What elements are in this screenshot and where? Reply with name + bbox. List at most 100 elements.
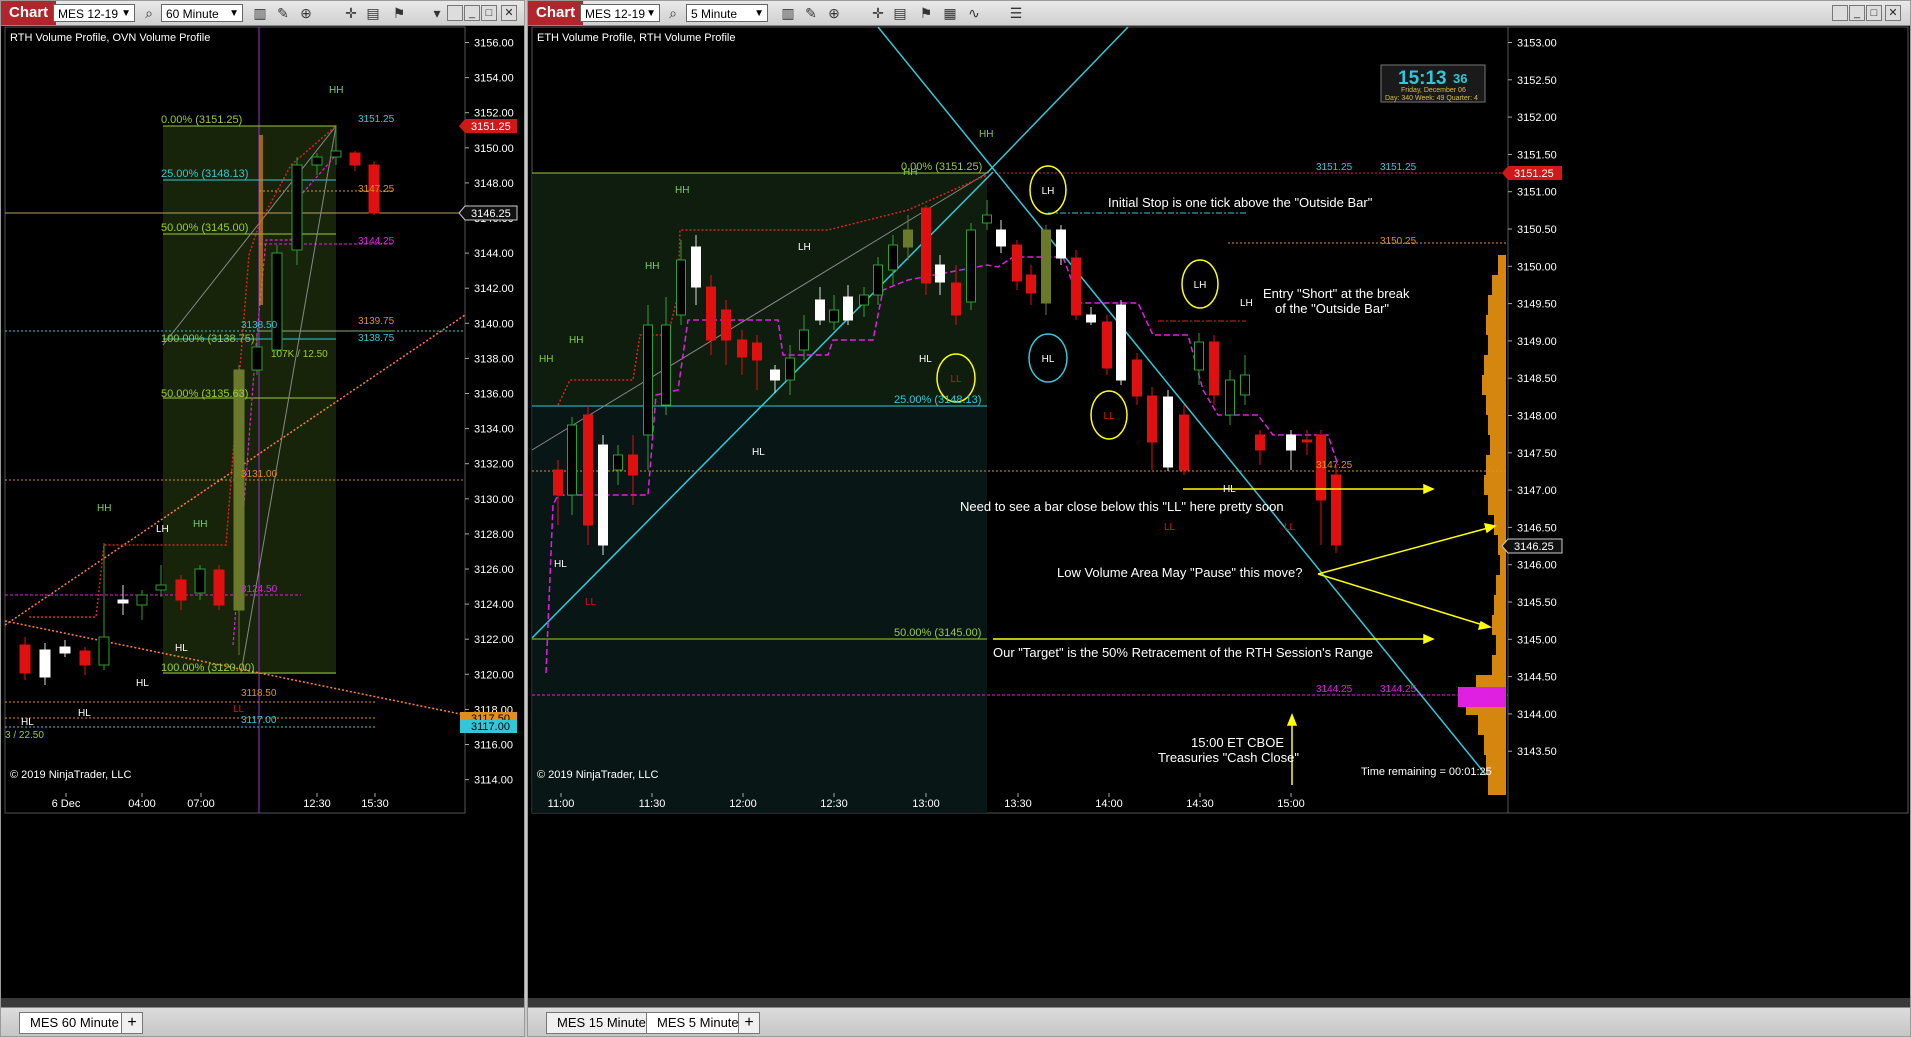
close-button[interactable]: ✕ bbox=[1885, 5, 1901, 21]
add-tab-button[interactable]: + bbox=[121, 1012, 143, 1034]
zoom-icon[interactable]: ⊕ bbox=[824, 4, 844, 22]
left-interval-select[interactable]: 60 Minute ▼ bbox=[161, 4, 243, 22]
price-axis-tick: 3149.50 bbox=[1517, 299, 1557, 311]
swing-label: HH bbox=[97, 503, 111, 514]
swing-label: HL bbox=[136, 678, 149, 689]
price-axis-tick: 3132.00 bbox=[474, 459, 514, 471]
window-pin-button[interactable] bbox=[447, 5, 463, 21]
time-remaining: Time remaining = 00:01:25 bbox=[1361, 766, 1492, 778]
volume-profile-bar bbox=[1486, 455, 1506, 475]
bar-type-icon[interactable]: ▥ bbox=[778, 4, 798, 22]
candle-body bbox=[996, 229, 1006, 247]
properties-icon[interactable]: ▤ bbox=[890, 4, 910, 22]
volume-profile-bar bbox=[1488, 295, 1506, 315]
candle-body bbox=[799, 329, 809, 351]
level-label: 3151.25 bbox=[1316, 162, 1353, 173]
crosshair-icon[interactable]: ✛ bbox=[341, 4, 361, 22]
candle-body bbox=[770, 369, 780, 381]
right-chart-tab[interactable]: Chart bbox=[528, 1, 584, 25]
search-icon[interactable]: ⌕ bbox=[663, 4, 683, 22]
volume-profile-bar bbox=[1490, 435, 1506, 455]
annotation-low-volume: Low Volume Area May "Pause" this move? bbox=[1057, 565, 1303, 580]
price-axis-tick: 3147.00 bbox=[1517, 485, 1557, 497]
crosshair-icon[interactable]: ✛ bbox=[868, 4, 888, 22]
annotation-entry: of the "Outside Bar" bbox=[1275, 301, 1389, 316]
candle-body bbox=[752, 342, 762, 361]
price-axis-tick: 3145.00 bbox=[1517, 634, 1557, 646]
left-price-chart[interactable]: 3156.00 3154.00 3152.00 3150.00 3148.00 3146.… bbox=[1, 25, 525, 815]
candle-body bbox=[1331, 474, 1341, 546]
price-axis-tick: 3114.00 bbox=[474, 775, 513, 787]
candle-body bbox=[888, 244, 898, 271]
left-copyright: © 2019 NinjaTrader, LLC bbox=[10, 769, 131, 781]
right-price-chart[interactable]: LH LH HL LL LL 3153.00 3152.50 3152.00 3151… bbox=[528, 25, 1911, 815]
price-axis-tick: 3120.00 bbox=[474, 669, 514, 681]
minimize-button[interactable]: _ bbox=[464, 5, 480, 21]
price-axis-tick: 3146.00 bbox=[1517, 560, 1557, 572]
annotation-close-below: Need to see a bar close below this "LL" … bbox=[960, 499, 1284, 514]
clock-time: 15:13 bbox=[1398, 68, 1447, 89]
list-icon[interactable]: ☰ bbox=[1006, 4, 1026, 22]
right-toolbar: Chart MES 12-19 ▼ ⌕ 5 Minute ▼ ▥ ✎ ⊕ ✛ ▤… bbox=[528, 1, 1910, 26]
left-bottom-tabs: MES 60 Minute + bbox=[1, 1007, 524, 1036]
pencil-icon[interactable]: ✎ bbox=[801, 4, 821, 22]
volume-profile-bar bbox=[1500, 555, 1506, 575]
annotation-stop: Initial Stop is one tick above the "Outs… bbox=[1108, 195, 1373, 210]
tab-mes-5-minute[interactable]: MES 5 Minute bbox=[646, 1012, 750, 1034]
swing-label: HH bbox=[645, 261, 659, 272]
level-label: 3138.75 bbox=[358, 333, 395, 344]
left-chart-tab[interactable]: Chart bbox=[1, 1, 57, 25]
right-interval-value: 5 Minute bbox=[691, 7, 738, 21]
time-axis-tick: 15:00 bbox=[1277, 798, 1305, 810]
add-tab-button[interactable]: + bbox=[738, 1012, 760, 1034]
candle-body bbox=[1147, 395, 1157, 443]
strategies-icon[interactable]: ⚑ bbox=[389, 4, 409, 22]
left-instrument-select[interactable]: MES 12-19 ▼ bbox=[53, 4, 135, 22]
candle-body bbox=[1286, 434, 1296, 451]
candle-body bbox=[251, 346, 263, 371]
candle-body bbox=[233, 369, 245, 611]
fib-label: 25.00% (3148.13) bbox=[894, 394, 981, 406]
swing-label: HL bbox=[21, 717, 34, 728]
zoom-icon[interactable]: ⊕ bbox=[296, 4, 316, 22]
maximize-button[interactable]: □ bbox=[1866, 5, 1882, 21]
tab-mes-60-minute[interactable]: MES 60 Minute bbox=[19, 1012, 130, 1034]
window-pin-button[interactable] bbox=[1832, 5, 1848, 21]
candle-body bbox=[921, 207, 931, 284]
minimize-button[interactable]: _ bbox=[1849, 5, 1865, 21]
pencil-icon[interactable]: ✎ bbox=[273, 4, 293, 22]
strategies-icon[interactable]: ⚑ bbox=[916, 4, 936, 22]
fib-label: 50.00% (3145.00) bbox=[894, 627, 981, 639]
properties-icon[interactable]: ▤ bbox=[363, 4, 383, 22]
maximize-button[interactable]: □ bbox=[481, 5, 497, 21]
dropdown-icon[interactable]: ▾ bbox=[427, 4, 447, 22]
data-box-icon[interactable]: ▦ bbox=[940, 4, 960, 22]
search-icon[interactable]: ⌕ bbox=[139, 4, 159, 22]
bar-type-icon[interactable]: ▥ bbox=[250, 4, 270, 22]
candle-body bbox=[843, 296, 853, 321]
swing-label: HL bbox=[919, 354, 932, 365]
volume-profile-bar bbox=[1484, 355, 1506, 375]
candle-body bbox=[873, 264, 883, 296]
price-axis-tick: 3136.00 bbox=[474, 389, 514, 401]
right-interval-select[interactable]: 5 Minute ▼ bbox=[686, 4, 768, 22]
swing-label: HL bbox=[752, 447, 765, 458]
annotation-cboe: 15:00 ET CBOE bbox=[1191, 735, 1284, 750]
circle-label: LL bbox=[1103, 411, 1115, 422]
time-axis-tick: 12:30 bbox=[303, 798, 331, 810]
volume-profile-bar bbox=[1492, 615, 1506, 635]
level-label: 3144.25 bbox=[1380, 684, 1417, 695]
level-label: 3151.25 bbox=[1380, 162, 1417, 173]
candle-body bbox=[553, 469, 563, 496]
candle-body bbox=[213, 569, 225, 606]
time-axis-tick: 15:30 bbox=[361, 798, 389, 810]
candle-body bbox=[194, 568, 206, 594]
right-instrument-select[interactable]: MES 12-19 ▼ bbox=[580, 4, 660, 22]
swing-label: HL bbox=[78, 708, 91, 719]
candle-body bbox=[567, 424, 577, 496]
tab-mes-15-minute[interactable]: MES 15 Minute bbox=[546, 1012, 657, 1034]
price-axis-tick: 3153.00 bbox=[1517, 38, 1557, 50]
indicators-icon[interactable]: ∿ bbox=[964, 4, 984, 22]
close-button[interactable]: ✕ bbox=[501, 5, 517, 21]
right-indicator-label: ETH Volume Profile, RTH Volume Profile bbox=[537, 32, 735, 44]
